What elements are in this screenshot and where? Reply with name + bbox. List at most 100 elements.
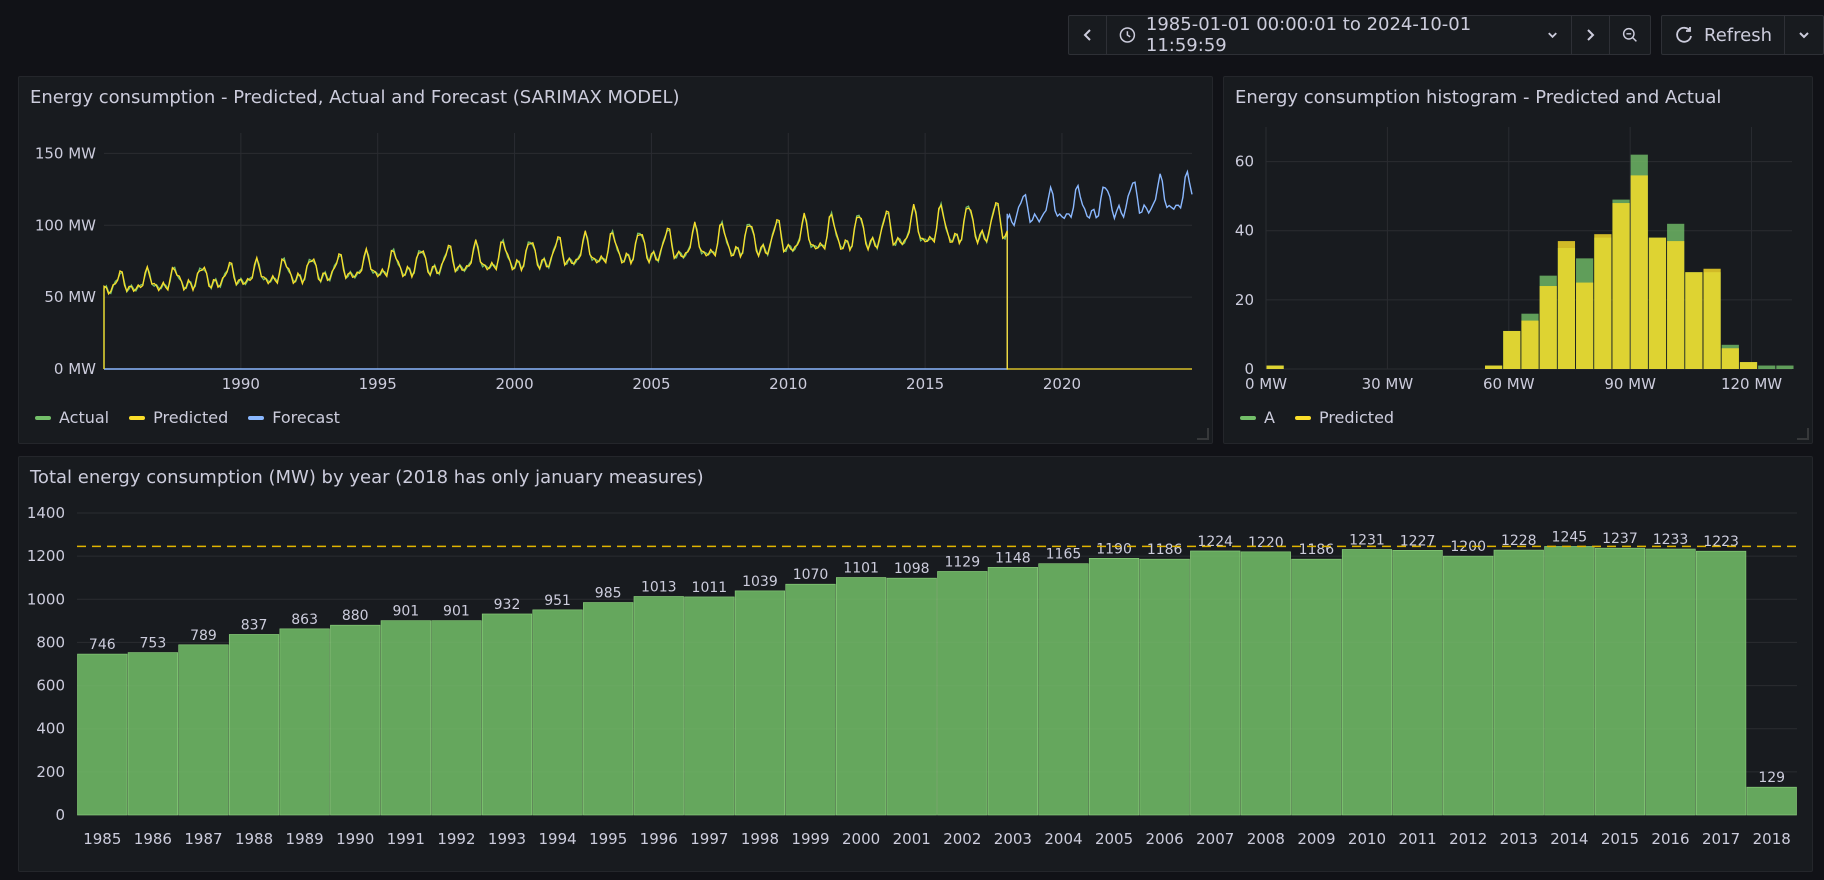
bar-value-label: 1011 [692, 580, 728, 596]
bar-value-label: 1186 [1299, 542, 1335, 558]
x-tick-label: 30 MW [1362, 375, 1414, 393]
bar-value-label: 1220 [1248, 535, 1284, 551]
legend-item-predicted[interactable]: Predicted [129, 408, 228, 427]
x-tick-label: 2000 [495, 375, 533, 393]
line-chart-panel: Energy consumption - Predicted, Actual a… [18, 76, 1213, 444]
x-tick-label: 2006 [1146, 830, 1184, 848]
zoom-out-icon [1622, 27, 1637, 42]
hist-bar-actual [1758, 365, 1776, 369]
x-tick-label: 90 MW [1604, 375, 1656, 393]
legend-item-a[interactable]: A [1240, 408, 1275, 427]
x-tick-label: 2008 [1247, 830, 1285, 848]
year-bar [684, 596, 735, 816]
year-bar [1594, 547, 1646, 816]
year-bar [330, 624, 381, 816]
y-tick-label: 0 [55, 806, 65, 824]
y-tick-label: 600 [36, 677, 65, 695]
year-bar [583, 602, 634, 816]
actual-swatch [35, 415, 51, 420]
year-bar [937, 571, 988, 816]
x-tick-label: 1987 [184, 830, 222, 848]
x-tick-label: 0 MW [1245, 375, 1287, 393]
refresh-icon [1676, 26, 1692, 43]
hist-bar-predicted [1648, 237, 1667, 369]
time-back-button[interactable] [1069, 16, 1106, 54]
year-bar [1544, 546, 1595, 816]
time-forward-button[interactable] [1570, 16, 1609, 54]
year-bar [431, 620, 482, 816]
x-tick-label: 1986 [134, 830, 172, 848]
hist-bar-predicted [1703, 268, 1721, 369]
year-bar [1341, 549, 1393, 816]
year-bar [886, 577, 937, 816]
x-tick-label: 2017 [1702, 830, 1740, 848]
refresh-interval-dropdown[interactable] [1784, 16, 1823, 54]
series-line-actual [103, 200, 1008, 369]
legend-label: A [1264, 408, 1275, 427]
time-range-picker[interactable]: 1985-01-01 00:00:01 to 2024-10-01 11:59:… [1106, 14, 1571, 56]
y-tick-label: 20 [1235, 291, 1254, 309]
legend-item-forecast[interactable]: Forecast [248, 408, 340, 427]
bar-value-label: 1186 [1147, 542, 1183, 558]
bar-value-label: 1224 [1197, 534, 1233, 550]
year-bar [481, 613, 533, 816]
resize-handle[interactable] [1797, 428, 1809, 440]
bar-value-label: 1039 [742, 574, 778, 590]
x-tick-label: 2015 [1601, 830, 1639, 848]
bar-value-label: 1165 [1046, 547, 1082, 563]
x-tick-label: 2000 [842, 830, 880, 848]
bar-value-label: 1237 [1602, 531, 1638, 547]
predicted-swatch [1294, 415, 1311, 420]
yearly-bar-panel: Total energy consumption (MW) by year (2… [18, 456, 1813, 872]
legend-label: Actual [59, 408, 110, 427]
year-bar [380, 620, 431, 816]
bar-value-label: 985 [595, 586, 622, 602]
refresh-button[interactable]: Refresh [1662, 16, 1784, 54]
year-bar [228, 634, 280, 816]
x-tick-label: 2003 [994, 830, 1032, 848]
x-tick-label: 1993 [488, 830, 526, 848]
series-line-forecast-baseline [104, 213, 1008, 370]
y-tick-label: 1400 [27, 504, 65, 522]
hist-bar-predicted [1266, 365, 1284, 369]
legend-item-predicted[interactable]: Predicted [1294, 408, 1394, 427]
x-tick-label: 2018 [1753, 830, 1791, 848]
year-bar [1038, 563, 1089, 816]
legend-item-actual[interactable]: Actual [35, 408, 109, 427]
refresh-group: Refresh [1661, 15, 1824, 55]
dashboard-toolbar: 1985-01-01 00:00:01 to 2024-10-01 11:59:… [1068, 14, 1824, 56]
year-bar [127, 652, 178, 816]
year-bar [836, 577, 887, 816]
refresh-label: Refresh [1704, 24, 1772, 46]
bar-value-label: 1070 [793, 567, 829, 583]
x-tick-label: 2005 [1095, 830, 1133, 848]
year-bar [734, 590, 786, 816]
time-range-label: 1985-01-01 00:00:01 to 2024-10-01 11:59:… [1145, 14, 1472, 56]
x-tick-label: 1989 [286, 830, 324, 848]
resize-handle[interactable] [1197, 428, 1209, 440]
y-tick-label: 400 [36, 720, 65, 738]
bar-value-label: 1098 [894, 561, 930, 577]
year-bar [1139, 558, 1190, 816]
x-tick-label: 1997 [690, 830, 728, 848]
hist-bar-predicted [1576, 282, 1594, 369]
bar-value-label: 1233 [1653, 532, 1689, 548]
hist-bar-predicted [1685, 272, 1703, 369]
panel-title: Energy consumption histogram - Predicted… [1235, 87, 1722, 108]
x-tick-label: 2010 [1348, 830, 1386, 848]
panel-title: Total energy consumption (MW) by year (2… [30, 467, 704, 488]
hist-legend: A Predicted [1240, 408, 1394, 427]
year-bar [1240, 551, 1291, 816]
series-line-predicted [103, 201, 1192, 370]
hist-bar-predicted [1594, 234, 1612, 369]
hist-bar-predicted [1557, 241, 1576, 369]
hist-bar-predicted [1630, 175, 1648, 369]
year-bar [1392, 550, 1443, 816]
x-tick-label: 2012 [1449, 830, 1487, 848]
y-tick-label: 100 MW [35, 216, 96, 234]
time-picker-group: 1985-01-01 00:00:01 to 2024-10-01 11:59:… [1068, 14, 1652, 56]
zoom-out-button[interactable] [1609, 16, 1650, 54]
hist-bar-predicted [1721, 348, 1739, 369]
x-tick-label: 1991 [387, 830, 425, 848]
x-tick-label: 2010 [769, 375, 807, 393]
